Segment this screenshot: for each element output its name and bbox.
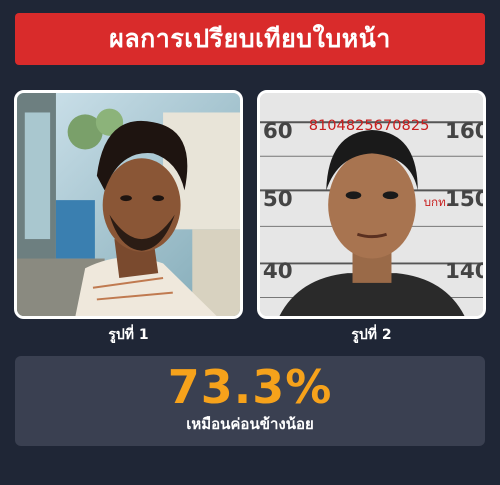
page-title: ผลการเปรียบเทียบใบหน้า (109, 24, 391, 53)
svg-text:160: 160 (445, 119, 483, 144)
svg-text:50: 50 (263, 187, 293, 212)
face-photo-1-image (17, 93, 240, 316)
svg-text:40: 40 (263, 259, 293, 284)
face-photo-1 (14, 90, 243, 319)
photo-2-caption: รูปที่ 2 (351, 327, 392, 343)
result-panel: 73.3% เหมือนค่อนข้างน้อย (15, 356, 485, 446)
page-header: ผลการเปรียบเทียบใบหน้า (15, 13, 485, 65)
similarity-score: 73.3% (167, 360, 333, 414)
similarity-label: เหมือนค่อนข้างน้อย (186, 415, 314, 433)
face-photo-2: 60 50 40 160 150 140 8104825670825 บกท. (257, 90, 486, 319)
photo-1-caption: รูปที่ 1 (108, 327, 149, 343)
face-photo-2-image: 60 50 40 160 150 140 8104825670825 บกท. (260, 93, 483, 316)
svg-text:140: 140 (445, 259, 483, 284)
svg-text:8104825670825: 8104825670825 (309, 117, 430, 134)
svg-text:บกท.: บกท. (424, 195, 450, 209)
svg-text:60: 60 (263, 119, 293, 144)
svg-text:150: 150 (445, 187, 483, 212)
